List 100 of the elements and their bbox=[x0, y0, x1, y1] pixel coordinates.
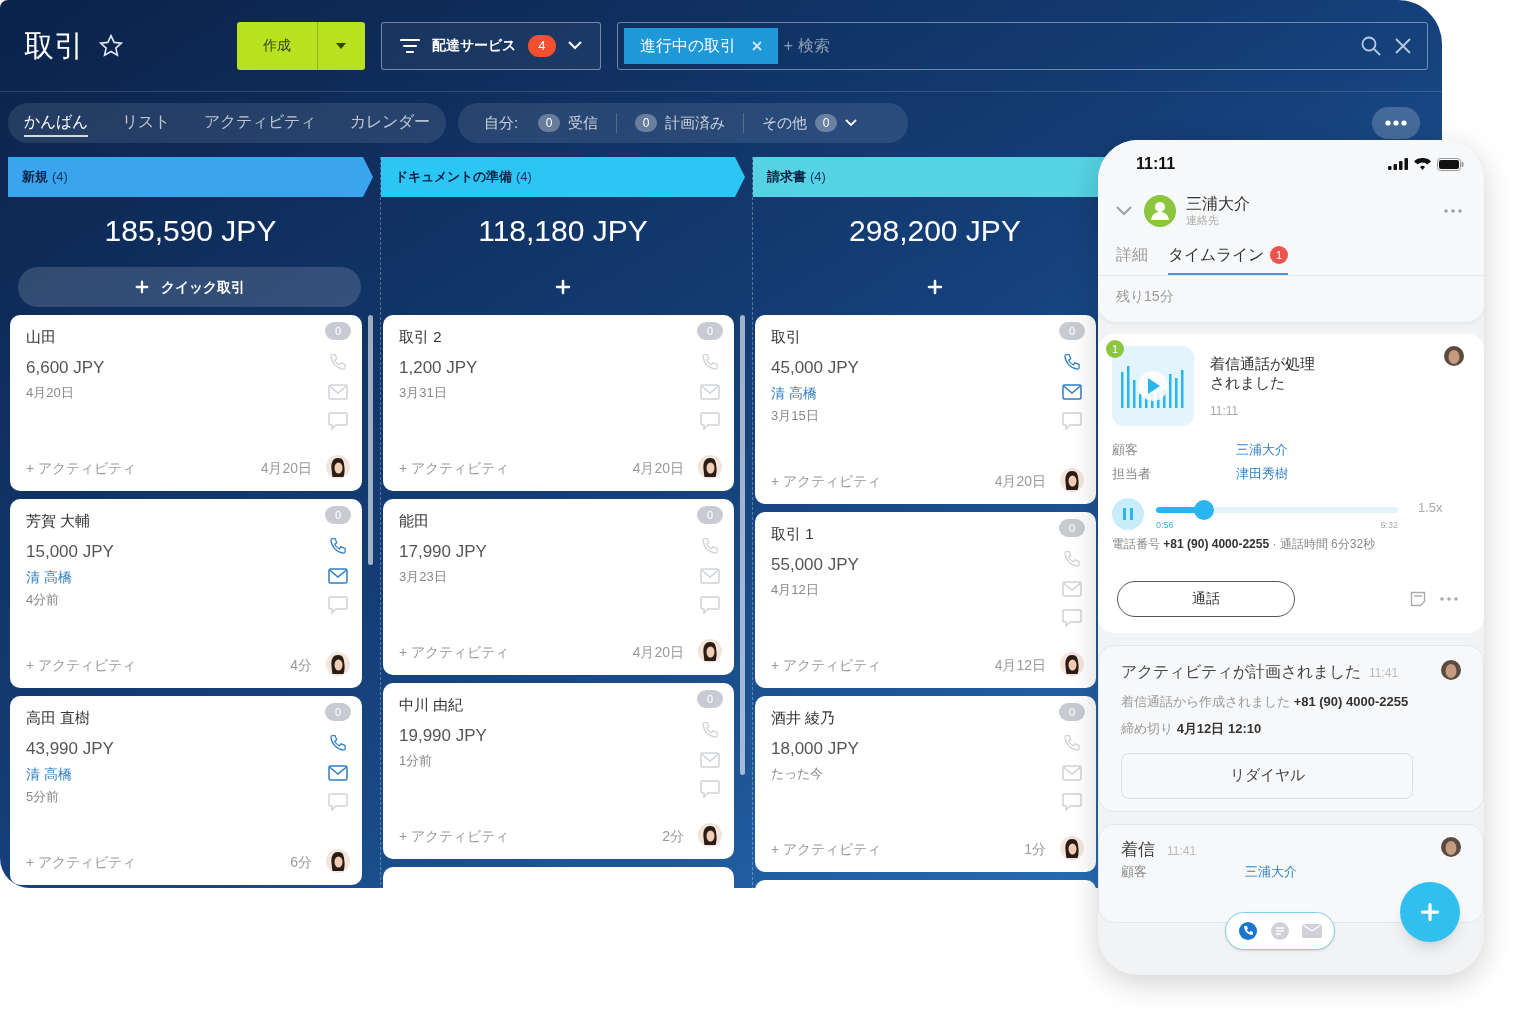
view-tab[interactable]: カレンダー bbox=[350, 109, 430, 137]
field-label: 顧客 bbox=[1112, 441, 1139, 459]
comment-icon[interactable] bbox=[700, 780, 720, 798]
contact-link[interactable]: 清 高橋 bbox=[26, 568, 318, 586]
deal-date: 3月23日 bbox=[399, 568, 448, 586]
deal-date: 3月15日 bbox=[771, 407, 820, 425]
filter-toggle[interactable]: 0 計画済み bbox=[635, 111, 726, 135]
search-input[interactable]: + 検索 bbox=[783, 33, 1361, 58]
avatar bbox=[698, 639, 722, 663]
mail-icon[interactable] bbox=[328, 568, 348, 584]
scrollbar[interactable] bbox=[740, 315, 745, 775]
close-icon[interactable] bbox=[1395, 37, 1411, 54]
deal-amount: 6,600 JPY bbox=[26, 357, 106, 379]
call-time: 11:11 bbox=[1210, 403, 1240, 420]
status-time: 11:11 bbox=[1136, 154, 1176, 174]
battery-icon bbox=[1437, 157, 1464, 171]
due-date: 4分 bbox=[290, 656, 312, 675]
stage-name: ドキュメントの準備 bbox=[395, 168, 512, 187]
chevron-down-icon bbox=[567, 41, 582, 50]
comment-icon[interactable] bbox=[328, 793, 348, 811]
activity-title: アクティビティが計画されました bbox=[1121, 661, 1361, 682]
view-tab[interactable]: アクティビティ bbox=[204, 109, 316, 137]
pause-button[interactable] bbox=[1112, 497, 1144, 530]
more-button[interactable] bbox=[1372, 107, 1420, 139]
filter-icon bbox=[399, 37, 420, 54]
avatar bbox=[326, 455, 350, 479]
add-button[interactable] bbox=[555, 279, 571, 295]
create-button[interactable]: 作成 bbox=[236, 21, 317, 70]
chip-label: 進行中の取引 bbox=[639, 35, 736, 56]
contact-avatar bbox=[1144, 195, 1176, 227]
deal-amount: 1,200 JPY bbox=[399, 357, 479, 379]
scrollbar[interactable] bbox=[368, 315, 373, 565]
comment-icon[interactable] bbox=[1062, 412, 1082, 430]
close-icon[interactable] bbox=[751, 40, 762, 51]
panel-tab[interactable]: タイムライン 1 bbox=[1168, 237, 1288, 275]
slider-thumb[interactable] bbox=[1194, 500, 1215, 520]
search-box[interactable]: 進行中の取引 + 検索 bbox=[616, 21, 1428, 70]
star-icon[interactable] bbox=[98, 32, 124, 59]
quick-deal-button[interactable]: クイック取引 bbox=[18, 267, 361, 307]
avatar bbox=[698, 455, 722, 479]
avatar bbox=[1060, 468, 1084, 492]
deal-amount: 17,990 JPY bbox=[399, 541, 488, 563]
due-date: 4月20日 bbox=[632, 459, 684, 478]
recording-thumbnail[interactable] bbox=[1112, 346, 1194, 426]
phone-icon[interactable] bbox=[328, 733, 348, 753]
deal-date: 4分前 bbox=[26, 591, 61, 609]
deal-title: 酒井 綾乃 bbox=[771, 708, 837, 728]
activity-time: 11:41 bbox=[1369, 664, 1399, 682]
deal-title: 中川 由紀 bbox=[399, 695, 465, 715]
filter-chip[interactable]: 進行中の取引 bbox=[623, 27, 778, 64]
count-badge: 0 bbox=[538, 114, 561, 132]
note-icon[interactable] bbox=[1410, 590, 1426, 607]
phone-icon[interactable] bbox=[1062, 352, 1082, 372]
contact-link[interactable]: 三浦大介 bbox=[1236, 440, 1470, 460]
count-badge: 4 bbox=[527, 34, 556, 57]
plus-icon bbox=[134, 280, 149, 294]
chevron-down-icon[interactable] bbox=[1116, 206, 1132, 216]
deal-date: 4月12日 bbox=[771, 581, 820, 599]
field-label: 顧客 bbox=[1121, 863, 1148, 881]
stage-name: 請求書 bbox=[767, 168, 806, 187]
add-button[interactable] bbox=[927, 279, 943, 295]
stage-total: 185,590 JPY bbox=[104, 212, 277, 249]
chat-icon[interactable] bbox=[1270, 921, 1290, 941]
contact-link[interactable]: 津田秀樹 bbox=[1236, 463, 1470, 483]
contact-link[interactable]: 清 高橋 bbox=[771, 384, 1052, 402]
deal-title: 高田 直樹 bbox=[26, 708, 92, 728]
activity-detail: 締め切り 4月12日 12:10 bbox=[1121, 720, 1263, 738]
stage-total: 298,200 JPY bbox=[849, 212, 1021, 249]
redial-button[interactable]: リダイヤル bbox=[1121, 752, 1413, 799]
time-remaining: 残り15分 bbox=[1116, 286, 1174, 306]
view-tab[interactable]: リスト bbox=[122, 109, 170, 137]
comment-icon[interactable] bbox=[1062, 609, 1082, 627]
comment-icon[interactable] bbox=[328, 596, 348, 614]
contact-type: 連絡先 bbox=[1186, 214, 1220, 228]
view-tab[interactable]: かんばん bbox=[24, 109, 88, 137]
comment-icon[interactable] bbox=[700, 596, 720, 614]
deal-date: 4月20日 bbox=[26, 384, 75, 402]
filter-toggle[interactable]: その他 0 bbox=[762, 111, 858, 135]
filter-toggle[interactable]: 0 受信 bbox=[538, 111, 599, 135]
comment-icon[interactable] bbox=[700, 412, 720, 430]
call-title: 着信通話が処理されました bbox=[1210, 354, 1316, 392]
more-icon[interactable] bbox=[1440, 596, 1458, 601]
contact-link[interactable]: 三浦大介 bbox=[1245, 862, 1461, 882]
mail-icon[interactable] bbox=[1062, 384, 1082, 400]
elapsed-time: 0:56 bbox=[1156, 519, 1174, 532]
due-date: 4月20日 bbox=[994, 472, 1046, 491]
filter-button[interactable]: 配達サービス 4 bbox=[380, 21, 601, 70]
comment-icon[interactable] bbox=[328, 412, 348, 430]
phone-icon[interactable] bbox=[1238, 921, 1258, 941]
stage-total: 118,180 JPY bbox=[478, 212, 648, 249]
deal-amount: 45,000 JPY bbox=[771, 357, 860, 379]
mail-icon[interactable] bbox=[328, 765, 348, 781]
more-icon[interactable] bbox=[1444, 209, 1462, 213]
contact-link[interactable]: 清 高橋 bbox=[26, 765, 318, 783]
create-dropdown-button[interactable] bbox=[316, 21, 365, 70]
search-icon[interactable] bbox=[1361, 35, 1381, 56]
phone-icon[interactable] bbox=[328, 536, 348, 556]
count-badge: 1 bbox=[1106, 340, 1124, 358]
comment-icon[interactable] bbox=[1062, 793, 1082, 811]
pause-icon bbox=[1123, 507, 1133, 520]
